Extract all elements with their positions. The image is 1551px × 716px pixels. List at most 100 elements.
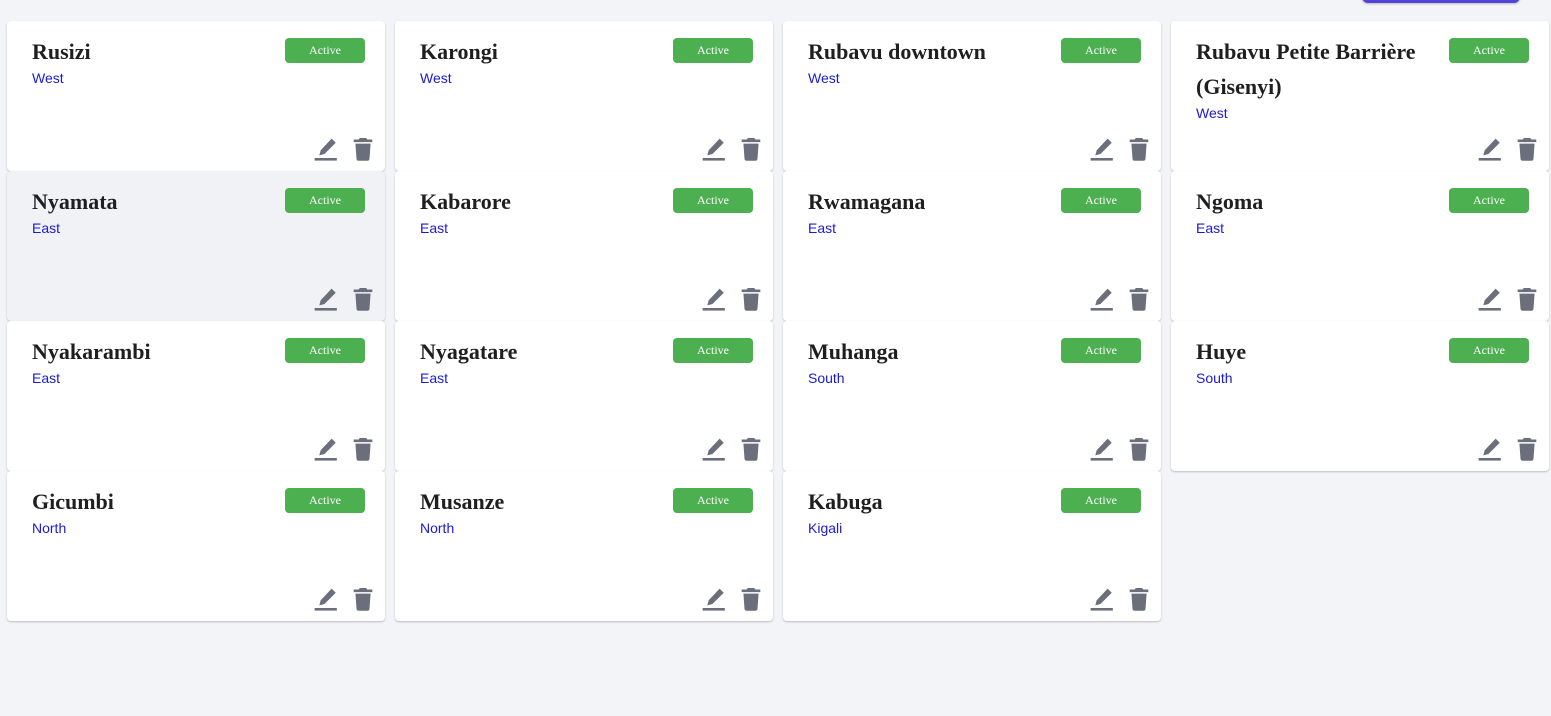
site-card: Nyagatare East Active <box>395 321 773 471</box>
trash-icon <box>353 137 373 161</box>
site-name: Nyagatare East <box>420 334 670 388</box>
edit-button[interactable] <box>1089 285 1115 313</box>
edit-button[interactable] <box>701 285 727 313</box>
status-badge: Active <box>673 338 753 363</box>
site-card: Karongi West Active <box>395 21 773 171</box>
trash-icon <box>1517 287 1537 311</box>
pencil-icon <box>314 288 337 311</box>
trash-icon <box>1129 437 1149 461</box>
delete-button[interactable] <box>1126 585 1152 613</box>
edit-button[interactable] <box>701 585 727 613</box>
delete-button[interactable] <box>738 285 764 313</box>
site-card: Rwamagana East Active <box>783 171 1161 321</box>
site-card: Rubavu Petite Barrière (Gisenyi) West Act… <box>1171 21 1549 171</box>
status-badge: Active <box>1449 38 1529 63</box>
site-name: Kabuga Kigali <box>808 484 1058 538</box>
pencil-icon <box>1090 288 1113 311</box>
edit-button[interactable] <box>313 585 339 613</box>
site-card-grid: Rusizi West Active Karongi West Active Rub… <box>7 21 1549 621</box>
edit-button[interactable] <box>1477 285 1503 313</box>
delete-button[interactable] <box>1514 435 1540 463</box>
status-badge: Active <box>1061 38 1141 63</box>
site-region: East <box>420 370 449 386</box>
site-card: Kabarore East Active <box>395 171 773 321</box>
site-name: Nyamata East <box>32 184 282 238</box>
site-name: Huye South <box>1196 334 1446 388</box>
delete-button[interactable] <box>1514 135 1540 163</box>
delete-button[interactable] <box>738 135 764 163</box>
site-name: Rubavu downtown West <box>808 34 1058 88</box>
site-region: Kigali <box>808 520 843 536</box>
site-card: Musanze North Active <box>395 471 773 621</box>
delete-button[interactable] <box>1126 285 1152 313</box>
site-region: West <box>420 70 452 86</box>
pencil-icon <box>1090 138 1113 161</box>
pencil-icon <box>702 438 725 461</box>
trash-icon <box>1129 587 1149 611</box>
site-name: Rubavu Petite Barrière (Gisenyi) West <box>1196 34 1446 123</box>
status-badge: Active <box>285 188 365 213</box>
delete-button[interactable] <box>350 585 376 613</box>
trash-icon <box>741 437 761 461</box>
edit-button[interactable] <box>701 435 727 463</box>
site-card: Rusizi West Active <box>7 21 385 171</box>
site-card: Nyakarambi East Active <box>7 321 385 471</box>
pencil-icon <box>1090 438 1113 461</box>
edit-button[interactable] <box>313 135 339 163</box>
site-region: East <box>32 220 61 236</box>
site-card: Rubavu downtown West Active <box>783 21 1161 171</box>
site-region: South <box>808 370 845 386</box>
site-region: East <box>32 370 61 386</box>
delete-button[interactable] <box>738 585 764 613</box>
delete-button[interactable] <box>350 435 376 463</box>
site-card: Muhanga South Active <box>783 321 1161 471</box>
edit-button[interactable] <box>313 285 339 313</box>
trash-icon <box>1129 137 1149 161</box>
status-badge: Active <box>673 38 753 63</box>
trash-icon <box>353 287 373 311</box>
status-badge: Active <box>673 188 753 213</box>
add-site-button[interactable] <box>1362 0 1520 3</box>
site-region: West <box>1196 105 1228 121</box>
edit-button[interactable] <box>701 135 727 163</box>
status-badge: Active <box>1061 488 1141 513</box>
pencil-icon <box>1478 288 1501 311</box>
trash-icon <box>1129 287 1149 311</box>
site-name: Nyakarambi East <box>32 334 282 388</box>
status-badge: Active <box>285 338 365 363</box>
site-region: North <box>32 520 67 536</box>
site-card: Gicumbi North Active <box>7 471 385 621</box>
delete-button[interactable] <box>350 285 376 313</box>
edit-button[interactable] <box>1089 585 1115 613</box>
edit-button[interactable] <box>1089 135 1115 163</box>
delete-button[interactable] <box>1126 135 1152 163</box>
edit-button[interactable] <box>1477 135 1503 163</box>
site-name: Muhanga South <box>808 334 1058 388</box>
site-name: Karongi West <box>420 34 670 88</box>
status-badge: Active <box>1061 338 1141 363</box>
delete-button[interactable] <box>350 135 376 163</box>
status-badge: Active <box>285 38 365 63</box>
site-region: East <box>808 220 837 236</box>
trash-icon <box>1517 137 1537 161</box>
trash-icon <box>741 137 761 161</box>
delete-button[interactable] <box>1126 435 1152 463</box>
site-card: Huye South Active <box>1171 321 1549 471</box>
edit-button[interactable] <box>313 435 339 463</box>
site-name: Rwamagana East <box>808 184 1058 238</box>
edit-button[interactable] <box>1477 435 1503 463</box>
delete-button[interactable] <box>1514 285 1540 313</box>
status-badge: Active <box>1449 188 1529 213</box>
delete-button[interactable] <box>738 435 764 463</box>
trash-icon <box>353 587 373 611</box>
site-name: Kabarore East <box>420 184 670 238</box>
pencil-icon <box>314 438 337 461</box>
status-badge: Active <box>285 488 365 513</box>
edit-button[interactable] <box>1089 435 1115 463</box>
pencil-icon <box>702 588 725 611</box>
pencil-icon <box>314 588 337 611</box>
trash-icon <box>741 287 761 311</box>
status-badge: Active <box>1061 188 1141 213</box>
site-name: Musanze North <box>420 484 670 538</box>
status-badge: Active <box>1449 338 1529 363</box>
